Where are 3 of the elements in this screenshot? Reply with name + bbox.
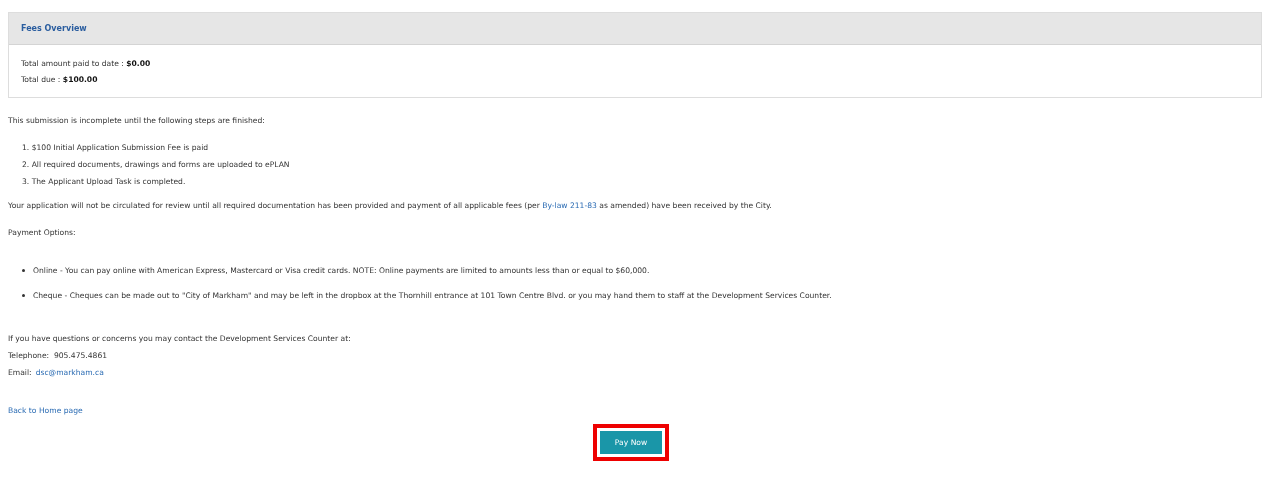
bullet-icon xyxy=(22,294,25,297)
panel-title: Fees Overview xyxy=(21,24,87,33)
bullet-icon xyxy=(22,269,25,272)
